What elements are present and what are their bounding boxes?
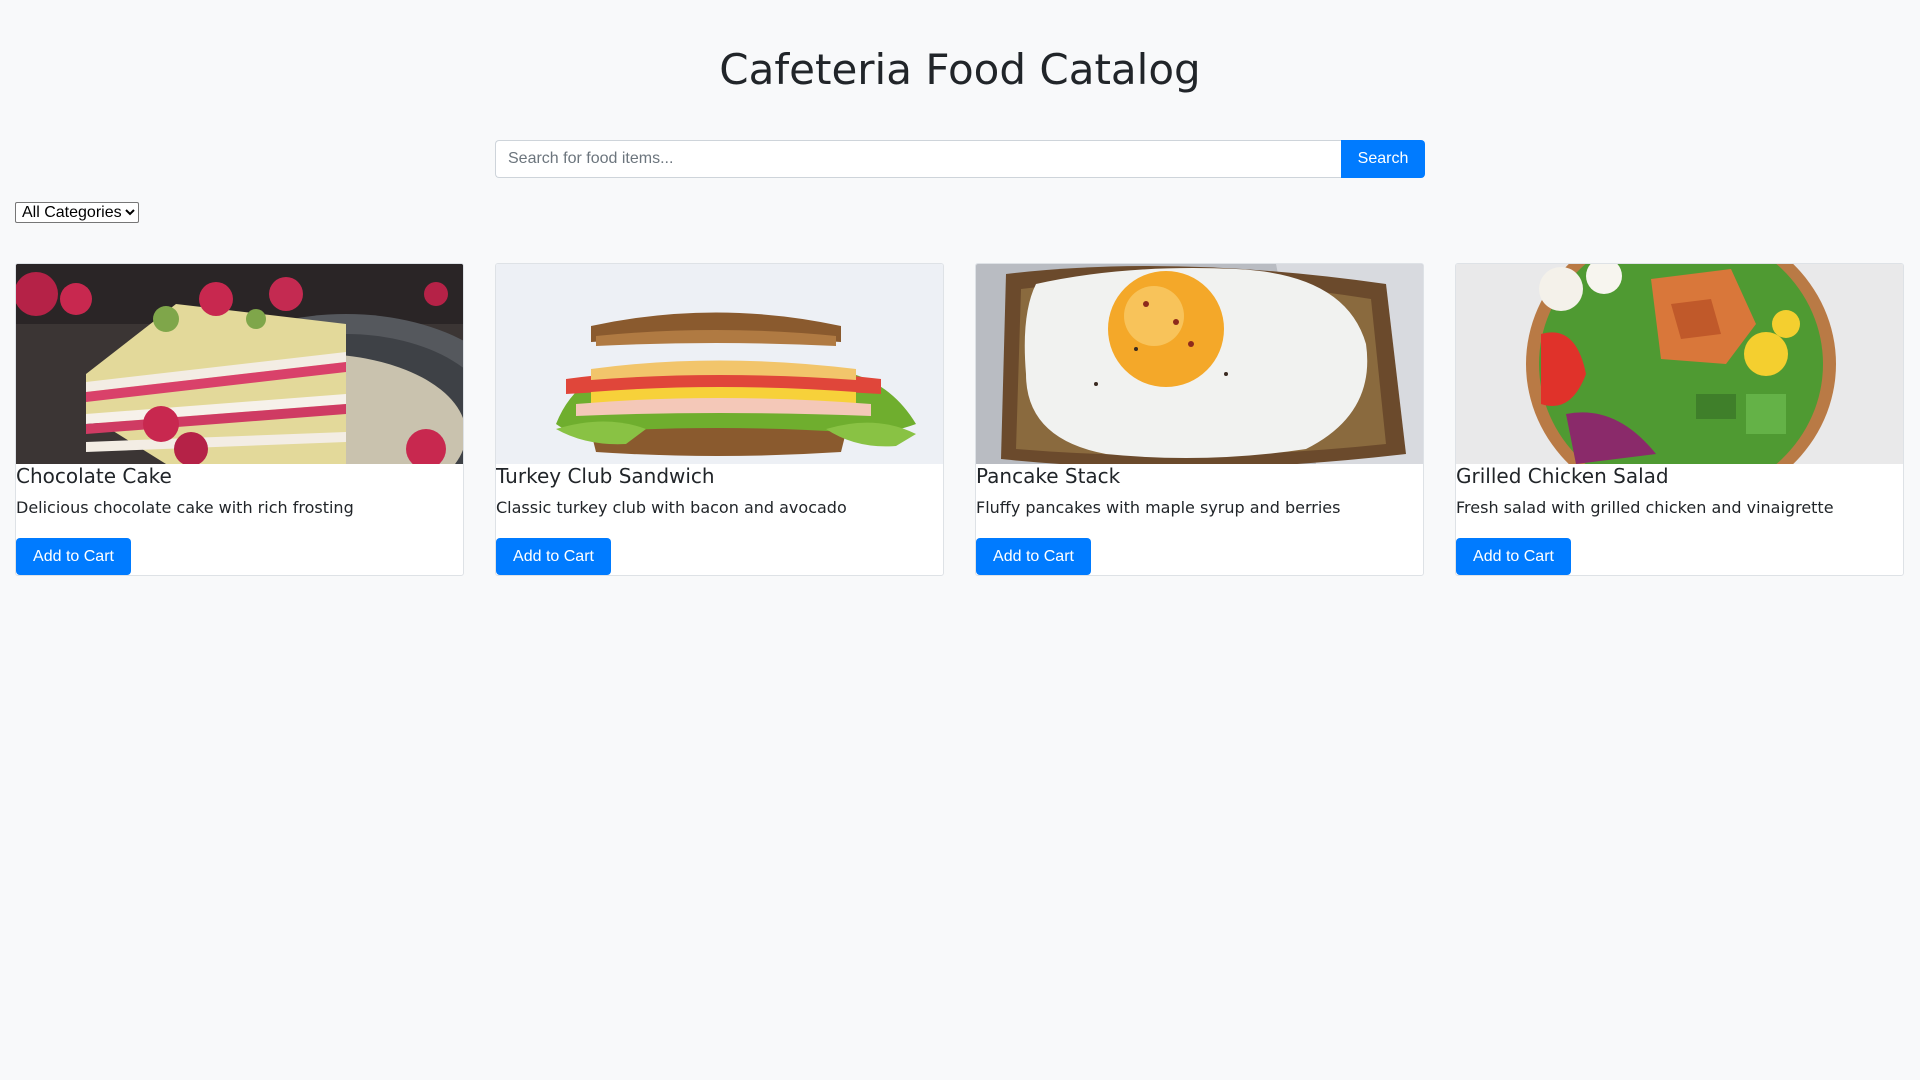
add-to-cart-button[interactable]: Add to Cart: [16, 538, 131, 575]
product-description: Classic turkey club with bacon and avoca…: [496, 498, 847, 517]
product-image-sandwich: [496, 264, 943, 464]
product-card: Turkey Club Sandwich Classic turkey club…: [495, 263, 944, 576]
add-to-cart-button[interactable]: Add to Cart: [496, 538, 611, 575]
product-description: Delicious chocolate cake with rich frost…: [16, 498, 354, 517]
product-description: Fluffy pancakes with maple syrup and ber…: [976, 498, 1341, 517]
product-title: Turkey Club Sandwich: [496, 464, 715, 488]
product-title: Chocolate Cake: [16, 464, 172, 488]
product-title: Grilled Chicken Salad: [1456, 464, 1669, 488]
search-input[interactable]: [495, 140, 1341, 178]
search-button[interactable]: Search: [1341, 140, 1425, 178]
product-image-cake: [16, 264, 463, 464]
search-bar: Search: [495, 140, 1425, 178]
product-card: Grilled Chicken Salad Fresh salad with g…: [1455, 263, 1904, 576]
product-description: Fresh salad with grilled chicken and vin…: [1456, 498, 1834, 517]
product-image-egg-toast: [976, 264, 1423, 464]
add-to-cart-button[interactable]: Add to Cart: [976, 538, 1091, 575]
page-title: Cafeteria Food Catalog: [719, 45, 1201, 94]
product-title: Pancake Stack: [976, 464, 1121, 488]
product-card: Chocolate Cake Delicious chocolate cake …: [15, 263, 464, 576]
category-select[interactable]: All Categories: [15, 202, 139, 223]
add-to-cart-button[interactable]: Add to Cart: [1456, 538, 1571, 575]
product-card: Pancake Stack Fluffy pancakes with maple…: [975, 263, 1424, 576]
product-image-salad: [1456, 264, 1903, 464]
